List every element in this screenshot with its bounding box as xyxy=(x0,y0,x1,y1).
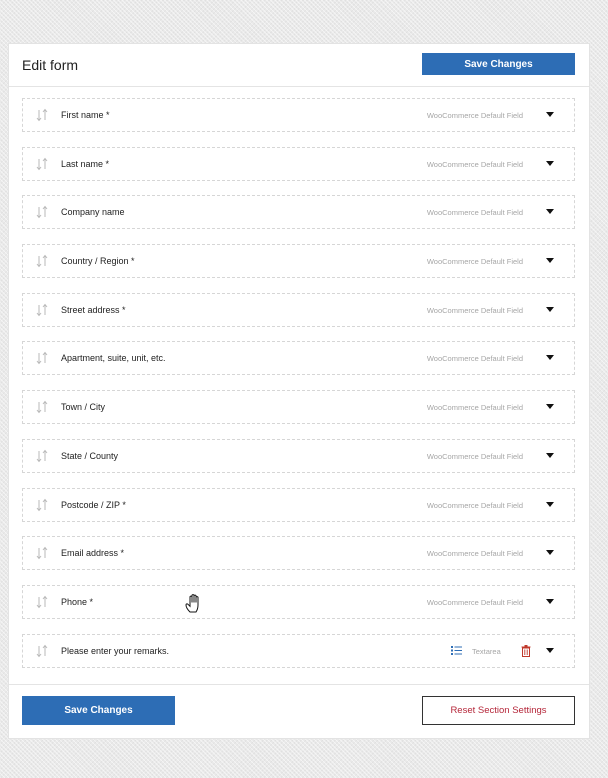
drag-handle-icon[interactable] xyxy=(36,449,48,463)
field-source: WooCommerce Default Field xyxy=(426,403,523,413)
field-source: WooCommerce Default Field xyxy=(426,208,523,218)
field-label: Please enter your remarks. xyxy=(61,645,170,656)
field-row-first-name[interactable]: First name * WooCommerce Default Field xyxy=(22,98,575,132)
expand-caret-icon[interactable] xyxy=(546,501,554,507)
field-row-apartment[interactable]: Apartment, suite, unit, etc. WooCommerce… xyxy=(22,341,575,376)
field-label: First name * xyxy=(61,110,110,120)
field-row-postcode[interactable]: Postcode / ZIP * WooCommerce Default Fie… xyxy=(22,487,575,522)
field-label: Street address * xyxy=(61,304,126,315)
page-title: Edit form xyxy=(22,57,79,73)
expand-caret-icon[interactable] xyxy=(546,160,554,166)
field-source: WooCommerce Default Field xyxy=(426,305,523,315)
field-label: Apartment, suite, unit, etc. xyxy=(61,353,166,364)
field-source: WooCommerce Default Field xyxy=(426,159,523,169)
save-changes-button-bottom[interactable]: Save Changes xyxy=(22,696,175,725)
list-icon xyxy=(451,645,462,655)
expand-caret-icon[interactable] xyxy=(546,647,554,653)
field-list: First name * WooCommerce Default Field L… xyxy=(22,98,575,668)
expand-caret-icon[interactable] xyxy=(546,598,554,604)
field-source: WooCommerce Default Field xyxy=(426,257,523,267)
expand-caret-icon[interactable] xyxy=(546,306,554,312)
field-source: WooCommerce Default Field xyxy=(426,549,523,559)
trash-icon[interactable] xyxy=(521,644,531,657)
field-source: WooCommerce Default Field xyxy=(426,451,523,461)
expand-caret-icon[interactable] xyxy=(546,209,554,215)
field-source: WooCommerce Default Field xyxy=(426,500,523,510)
field-row-state-county[interactable]: State / County WooCommerce Default Field xyxy=(22,438,575,473)
save-changes-button-top[interactable]: Save Changes xyxy=(422,53,575,75)
expand-caret-icon[interactable] xyxy=(546,258,554,264)
field-label: Country / Region * xyxy=(61,256,135,267)
field-row-last-name[interactable]: Last name * WooCommerce Default Field xyxy=(22,146,575,181)
drag-handle-icon[interactable] xyxy=(36,351,48,365)
field-source: WooCommerce Default Field xyxy=(426,597,523,607)
panel-header: Edit form Save Changes xyxy=(9,44,589,87)
field-source: WooCommerce Default Field xyxy=(426,111,523,120)
panel-footer-divider xyxy=(9,684,589,685)
expand-caret-icon[interactable] xyxy=(546,112,554,117)
expand-caret-icon[interactable] xyxy=(546,404,554,410)
field-row-email[interactable]: Email address * WooCommerce Default Fiel… xyxy=(22,536,575,571)
edit-form-panel: Edit form Save Changes First name * WooC… xyxy=(9,44,589,738)
expand-caret-icon[interactable] xyxy=(546,452,554,458)
field-row-town-city[interactable]: Town / City WooCommerce Default Field xyxy=(22,390,575,425)
drag-handle-icon[interactable] xyxy=(36,498,48,512)
drag-handle-icon[interactable] xyxy=(36,644,48,658)
field-row-company-name[interactable]: Company name WooCommerce Default Field xyxy=(22,195,575,230)
field-label: Company name xyxy=(61,207,125,218)
field-label: Last name * xyxy=(61,158,110,169)
field-row-phone[interactable]: Phone * WooCommerce Default Field xyxy=(22,584,575,619)
drag-handle-icon[interactable] xyxy=(36,108,48,122)
drag-handle-icon[interactable] xyxy=(36,595,48,609)
field-row-remarks[interactable]: Please enter your remarks. Textarea xyxy=(22,633,575,668)
expand-caret-icon[interactable] xyxy=(546,550,554,556)
field-type-label: Textarea xyxy=(472,646,501,656)
drag-handle-icon[interactable] xyxy=(36,205,48,219)
drag-handle-icon[interactable] xyxy=(36,254,48,268)
field-row-street-address[interactable]: Street address * WooCommerce Default Fie… xyxy=(22,292,575,327)
drag-handle-icon[interactable] xyxy=(36,400,48,414)
drag-handle-icon[interactable] xyxy=(36,157,48,171)
field-label: Postcode / ZIP * xyxy=(61,499,126,510)
reset-section-settings-button[interactable]: Reset Section Settings xyxy=(422,696,575,725)
field-source: WooCommerce Default Field xyxy=(426,354,523,364)
field-label: State / County xyxy=(61,450,119,461)
field-label: Town / City xyxy=(61,402,106,413)
drag-handle-icon[interactable] xyxy=(36,546,48,560)
hand-cursor-icon xyxy=(185,594,199,613)
drag-handle-icon[interactable] xyxy=(36,303,48,317)
field-label: Phone * xyxy=(61,596,94,607)
field-row-country[interactable]: Country / Region * WooCommerce Default F… xyxy=(22,244,575,279)
expand-caret-icon[interactable] xyxy=(546,355,554,361)
field-label: Email address * xyxy=(61,548,125,559)
